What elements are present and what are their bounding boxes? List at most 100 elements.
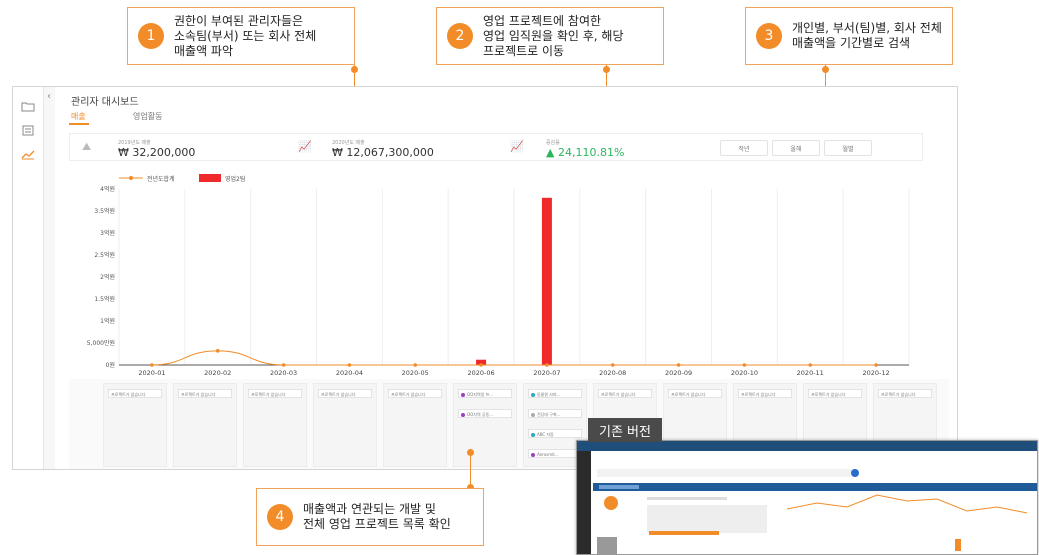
y-tick-label: 3억원 [100,229,115,237]
project-status-dot [531,393,535,397]
dashboard-window: ‹ 관리자 대시보드 매출 영업활동 ⛰ 2019년도 매출 ₩ 32,200,… [12,86,958,470]
callout-text: 권한이 부여된 관리자들은 소속팀(부서) 또는 회사 전체 매출액 파악 [174,13,317,58]
project-item[interactable]: OO지역일 프... [458,389,512,398]
project-column: 프로젝트가 없습니다 [383,383,447,467]
empty-project-message: 프로젝트가 없습니다 [738,389,792,398]
project-item[interactable]: 전당대 구축... [528,409,582,418]
project-item-label: 프로젝트가 없습니다 [601,392,636,397]
project-item[interactable]: ABC 자동 [528,429,582,438]
x-tick-label: 2020-07 [533,369,560,377]
stat-value: ₩ 32,200,000 [118,146,196,159]
callout-badge: 1 [138,23,164,49]
line-point [281,363,286,367]
period-last-year-button[interactable]: 작년 [720,140,768,156]
list-icon[interactable] [20,125,36,137]
project-column: 프로젝트가 없습니다 [103,383,167,467]
line-point [413,363,418,367]
y-tick-label: 5,000만원 [87,339,115,347]
line-point [479,363,483,367]
project-item-label: Aerosmit... [537,452,559,457]
empty-project-message: 프로젝트가 없습니다 [318,389,372,398]
project-item[interactable]: OO지역 공동... [458,409,512,418]
project-item-label: 동물원 사파... [537,392,561,397]
x-tick-label: 2020-09 [665,369,692,377]
line-point [215,349,220,353]
project-item-label: OO지역일 프... [467,392,494,397]
empty-project-message: 프로젝트가 없습니다 [388,389,442,398]
project-item-label: 프로젝트가 없습니다 [251,392,286,397]
x-tick-label: 2020-10 [731,369,758,377]
collapse-arrow-icon[interactable]: ‹ [47,91,51,102]
line-point [347,363,352,367]
y-tick-label: 1억원 [100,317,115,325]
project-item-label: 프로젝트가 없습니다 [881,392,916,397]
project-column: 프로젝트가 없습니다 [173,383,237,467]
y-tick-label: 4억원 [100,185,115,193]
x-tick-label: 2020-06 [467,369,494,377]
project-item[interactable]: 동물원 사파... [528,389,582,398]
y-tick-label: 3.5억원 [94,207,115,215]
project-item-label: 프로젝트가 없습니다 [671,392,706,397]
y-tick-label: 1.5억원 [94,295,115,303]
legend-label: 전년도합계 [147,175,175,183]
stats-bar: ⛰ 2019년도 매출 ₩ 32,200,000 📈 2020년도 매출 ₩ 1… [69,133,923,161]
sales-chart: 전년도합계 영업2팀 0원 5,000만원 1억원 1.5억원 2억원 2.5억원 3억원 3.5… [69,171,923,377]
x-tick-label: 2020-03 [270,369,297,377]
callout-badge: 3 [756,23,782,49]
line-point [150,363,154,367]
line-point [742,363,747,367]
legacy-version-screenshot [576,440,1038,555]
legend-bar-swatch [199,174,221,182]
folder-icon[interactable] [20,101,36,113]
empty-project-message: 프로젝트가 없습니다 [178,389,232,398]
sidebar [13,87,44,469]
line-point [808,363,813,367]
callout-4: 4 매출액과 연관되는 개발 및 전체 영업 프로젝트 목록 확인 [256,488,484,546]
line-point [545,363,549,367]
empty-project-message: 프로젝트가 없습니다 [808,389,862,398]
x-tick-label: 2020-04 [336,369,363,377]
line-point [874,363,878,367]
project-column: OO지역일 프... OO지역 공동... [453,383,517,467]
line-point [610,363,615,367]
legacy-version-label: 기존 버전 [588,418,662,442]
project-item-label: 전당대 구축... [537,412,561,417]
x-tick-label: 2020-05 [402,369,429,377]
callout-2: 2 영업 프로젝트에 참여한 영업 임직원을 확인 후, 해당 프로젝트로 이동 [436,7,664,65]
callout-badge: 2 [447,23,473,49]
project-status-dot [531,413,535,417]
callout-3: 3 개인별, 부서(팀)별, 회사 전체 매출액을 기간별로 검색 [745,7,953,65]
project-item-label: 프로젝트가 없습니다 [391,392,426,397]
x-tick-label: 2020-08 [599,369,626,377]
project-column: 프로젝트가 없습니다 [243,383,307,467]
trend-icon: 📈 [298,140,312,153]
x-tick-label: 2020-11 [797,369,824,377]
callout-text: 영업 프로젝트에 참여한 영업 임직원을 확인 후, 해당 프로젝트로 이동 [483,13,624,58]
callout-1: 1 권한이 부여된 관리자들은 소속팀(부서) 또는 회사 전체 매출액 파악 [127,7,355,65]
line-point [676,363,681,367]
period-this-year-button[interactable]: 올해 [772,140,820,156]
project-column: 프로젝트가 없습니다 [313,383,377,467]
project-item-label: 프로젝트가 없습니다 [181,392,216,397]
tab-sales-activity[interactable]: 영업활동 [133,111,162,122]
callout-text: 개인별, 부서(팀)별, 회사 전체 매출액을 기간별로 검색 [792,21,942,50]
y-tick-label: 2억원 [100,273,115,281]
tab-sales[interactable]: 매출 [71,111,86,122]
callout-text: 매출액과 연관되는 개발 및 전체 영업 프로젝트 목록 확인 [303,502,451,531]
period-monthly-button[interactable]: 월별 [824,140,872,156]
y-tick-label: 2.5억원 [94,251,115,259]
chart-icon[interactable] [20,149,36,161]
empty-project-message: 프로젝트가 없습니다 [108,389,162,398]
legend-label: 영업2팀 [225,175,245,183]
project-status-dot [531,453,535,457]
main-panel: 관리자 대시보드 매출 영업활동 ⛰ 2019년도 매출 ₩ 32,200,00… [55,87,957,469]
project-item-label: ABC 자동 [537,432,554,437]
project-item[interactable]: Aerosmit... [528,449,582,458]
bar [541,197,552,365]
x-tick-label: 2020-02 [204,369,231,377]
project-item-label: 프로젝트가 없습니다 [321,392,356,397]
legend-line-marker [129,176,133,180]
empty-project-message: 프로젝트가 없습니다 [668,389,722,398]
project-item-label: OO지역 공동... [467,412,494,417]
project-item-label: 프로젝트가 없습니다 [111,392,146,397]
